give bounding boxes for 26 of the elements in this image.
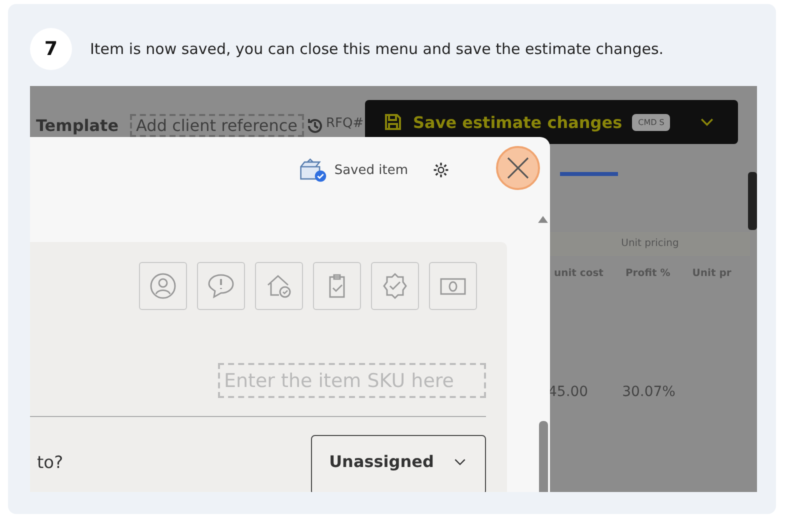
table-cell: 45.00 <box>548 384 588 400</box>
panel-scrollbar[interactable] <box>537 215 549 492</box>
person-button[interactable] <box>139 262 187 310</box>
clipboard-check-button[interactable] <box>313 262 361 310</box>
person-icon <box>148 271 178 301</box>
shortcut-badge: CMD S <box>632 114 670 130</box>
table-cell: 30.07% <box>622 384 676 400</box>
saved-status: Saved item <box>334 162 408 178</box>
banknote-button[interactable] <box>429 262 477 310</box>
step-instruction: Item is now saved, you can close this menu and save the estimate changes. <box>90 40 664 58</box>
scroll-up-icon[interactable] <box>538 215 548 223</box>
box-check-icon <box>298 158 328 182</box>
scrollbar[interactable] <box>748 172 757 230</box>
history-icon[interactable] <box>305 116 325 136</box>
template-label: Template <box>36 116 119 135</box>
house-button[interactable] <box>255 262 303 310</box>
scroll-thumb[interactable] <box>538 420 548 492</box>
assignee-dropdown[interactable]: Unassigned <box>311 435 486 492</box>
speech-bubble-button[interactable] <box>197 262 245 310</box>
close-icon <box>506 156 530 180</box>
rfq-label: RFQ# <box>326 116 364 131</box>
save-icon <box>383 112 403 132</box>
save-estimate-button[interactable]: Save estimate changes CMD S <box>365 100 738 144</box>
badge-check-button[interactable] <box>371 262 419 310</box>
step-number: 7 <box>30 28 72 70</box>
assign-question: to? <box>37 453 64 473</box>
